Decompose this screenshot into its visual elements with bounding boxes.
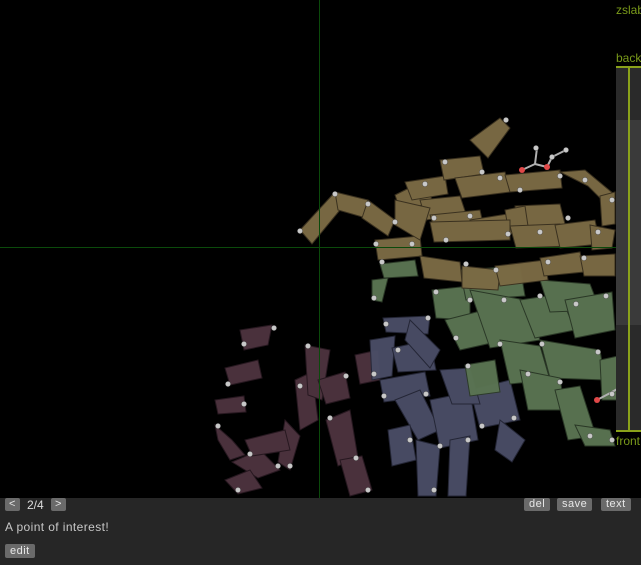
molecule-viewport[interactable]: zslab back front bbox=[0, 0, 641, 498]
delete-button[interactable]: del bbox=[524, 498, 551, 511]
crosshair-horizontal bbox=[0, 247, 641, 248]
chain-tan bbox=[299, 117, 616, 291]
zslab-title: zslab bbox=[616, 3, 641, 17]
zslab-back-label: back bbox=[616, 51, 641, 65]
zslab-front-label: front bbox=[616, 434, 641, 448]
chain-mauve bbox=[214, 324, 381, 497]
edit-button[interactable]: edit bbox=[5, 544, 35, 558]
zslab-slider-track[interactable] bbox=[628, 66, 630, 431]
crosshair-vertical bbox=[319, 0, 320, 498]
next-view-button[interactable]: > bbox=[51, 498, 66, 511]
text-button[interactable]: text bbox=[601, 498, 631, 511]
page-indicator: 2/4 bbox=[27, 498, 44, 512]
molecule-ribbon-render[interactable] bbox=[0, 0, 641, 498]
prev-view-button[interactable]: < bbox=[5, 498, 20, 511]
zslab-front-handle[interactable] bbox=[616, 430, 641, 432]
annotation-control-bar: < 2/4 > del save text A point of interes… bbox=[0, 498, 641, 565]
annotation-text: A point of interest! bbox=[5, 520, 110, 534]
save-button[interactable]: save bbox=[557, 498, 593, 511]
zslab-panel[interactable]: zslab back front bbox=[616, 0, 641, 498]
